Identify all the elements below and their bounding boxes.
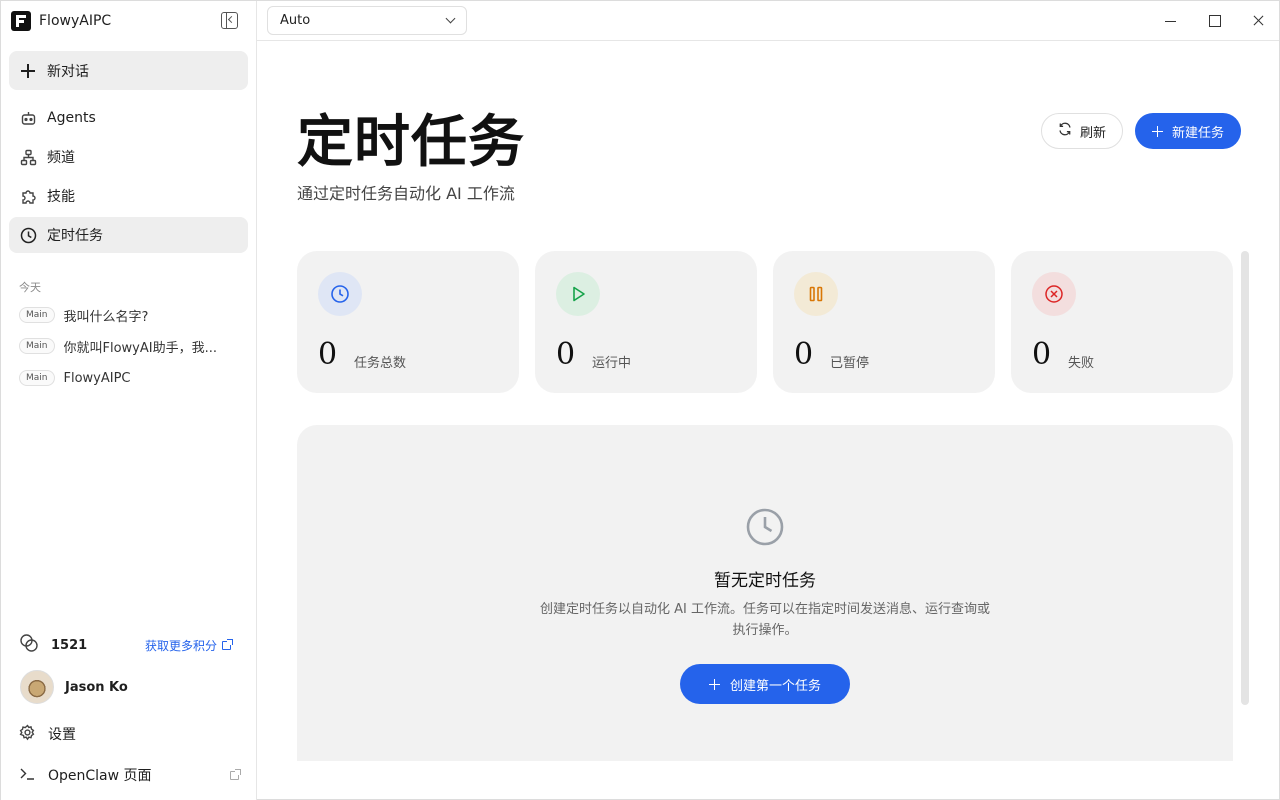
avatar: [20, 670, 54, 704]
brand: FlowyAIPC: [11, 10, 111, 32]
get-more-credits-label: 获取更多积分: [144, 638, 217, 653]
empty-state-description: 创建定时任务以自动化 AI 工作流。任务可以在指定时间发送消息、运行查询或执行操…: [540, 602, 990, 638]
credits-row: 1521 获取更多积分: [19, 633, 233, 657]
bot-icon: [19, 109, 37, 127]
sidebar-item-label: 频道: [47, 150, 75, 166]
openclaw-label: OpenClaw 页面: [48, 768, 152, 784]
empty-state-title: 暂无定时任务: [714, 571, 816, 591]
scrollbar[interactable]: [1241, 251, 1249, 705]
model-select[interactable]: Auto: [267, 6, 467, 35]
stat-value: 0: [794, 337, 814, 372]
refresh-label: 刷新: [1079, 125, 1106, 141]
maximize-icon[interactable]: [1203, 9, 1227, 33]
stat-label: 已暂停: [830, 356, 870, 371]
stat-card-failed: 0 失败: [1011, 251, 1233, 393]
history-title: FlowyAIPC: [63, 370, 131, 386]
create-first-task-label: 创建第一个任务: [729, 678, 821, 694]
stat-card-total: 0 任务总数: [297, 251, 519, 393]
app-logo-icon: [11, 11, 31, 31]
settings-label: 设置: [48, 727, 76, 743]
collapse-sidebar-icon[interactable]: [221, 12, 238, 29]
app-name: FlowyAIPC: [39, 13, 112, 29]
play-icon: [556, 272, 600, 316]
pause-icon: [794, 272, 838, 316]
openclaw-page-link[interactable]: OpenClaw 页面: [19, 764, 241, 786]
plus-icon: [708, 678, 720, 690]
clock-icon: [318, 272, 362, 316]
sidebar-item-scheduled-tasks[interactable]: 定时任务: [9, 217, 248, 253]
coins-icon: [19, 633, 39, 657]
history-title: 你就叫FlowyAI助手，我...: [63, 340, 218, 356]
terminal-icon: [19, 765, 36, 786]
user-name: Jason Ko: [65, 679, 128, 695]
channel-icon: [19, 148, 37, 166]
sidebar-item-skills[interactable]: 技能: [9, 178, 248, 214]
puzzle-icon: [19, 187, 37, 205]
new-chat-button[interactable]: 新对话: [9, 51, 248, 90]
history-item[interactable]: Main 你就叫FlowyAI助手，我...: [19, 335, 239, 357]
new-chat-label: 新对话: [47, 63, 89, 80]
credits-value: 1521: [51, 637, 88, 653]
external-link-icon: [222, 638, 233, 650]
sidebar-item-label: 技能: [47, 189, 75, 205]
stat-label: 失败: [1068, 356, 1095, 371]
stat-label: 任务总数: [354, 356, 407, 371]
stat-card-running: 0 运行中: [535, 251, 757, 393]
top-bar: Auto: [257, 1, 1279, 41]
sidebar-item-label: Agents: [47, 110, 96, 126]
refresh-button[interactable]: 刷新: [1041, 113, 1123, 149]
gear-icon: [19, 723, 36, 745]
history-title: 我叫什么名字?: [63, 309, 149, 325]
stat-value: 0: [556, 337, 576, 372]
app-window: FlowyAIPC 新对话 Agents 频道 技能 定时任务 今天 Main …: [0, 0, 1280, 800]
history-section-label: 今天: [19, 281, 41, 294]
page-subtitle: 通过定时任务自动化 AI 工作流: [297, 184, 515, 203]
minimize-icon[interactable]: [1159, 9, 1183, 33]
user-profile[interactable]: Jason Ko: [20, 670, 128, 704]
agent-tag: Main: [19, 370, 55, 386]
stat-label: 运行中: [592, 356, 632, 371]
create-first-task-button[interactable]: 创建第一个任务: [680, 664, 850, 704]
sidebar: FlowyAIPC 新对话 Agents 频道 技能 定时任务 今天 Main …: [1, 1, 257, 800]
close-icon[interactable]: [1247, 9, 1271, 33]
clock-icon: [745, 507, 785, 551]
external-link-icon: [230, 768, 241, 780]
agent-tag: Main: [19, 338, 55, 354]
history-item[interactable]: Main FlowyAIPC: [19, 367, 239, 389]
new-task-label: 新建任务: [1171, 125, 1224, 141]
agent-tag: Main: [19, 307, 55, 323]
empty-state-panel: 暂无定时任务 创建定时任务以自动化 AI 工作流。任务可以在指定时间发送消息、运…: [297, 425, 1233, 761]
plus-icon: [1151, 125, 1163, 137]
x-circle-icon: [1032, 272, 1076, 316]
new-task-button[interactable]: 新建任务: [1135, 113, 1241, 149]
history-item[interactable]: Main 我叫什么名字?: [19, 304, 239, 326]
model-select-value: Auto: [280, 13, 311, 28]
stat-value: 0: [318, 337, 338, 372]
sidebar-item-label: 定时任务: [47, 228, 103, 244]
stat-value: 0: [1032, 337, 1052, 372]
plus-icon: [21, 63, 35, 78]
sidebar-item-agents[interactable]: Agents: [9, 100, 248, 136]
page-title: 定时任务: [297, 109, 525, 175]
refresh-icon: [1058, 122, 1072, 140]
chevron-down-icon: [445, 13, 456, 24]
clock-icon: [19, 226, 37, 244]
stat-card-paused: 0 已暂停: [773, 251, 995, 393]
settings-button[interactable]: 设置: [19, 723, 239, 745]
sidebar-item-channels[interactable]: 频道: [9, 139, 248, 175]
get-more-credits-link[interactable]: 获取更多积分: [144, 637, 233, 654]
